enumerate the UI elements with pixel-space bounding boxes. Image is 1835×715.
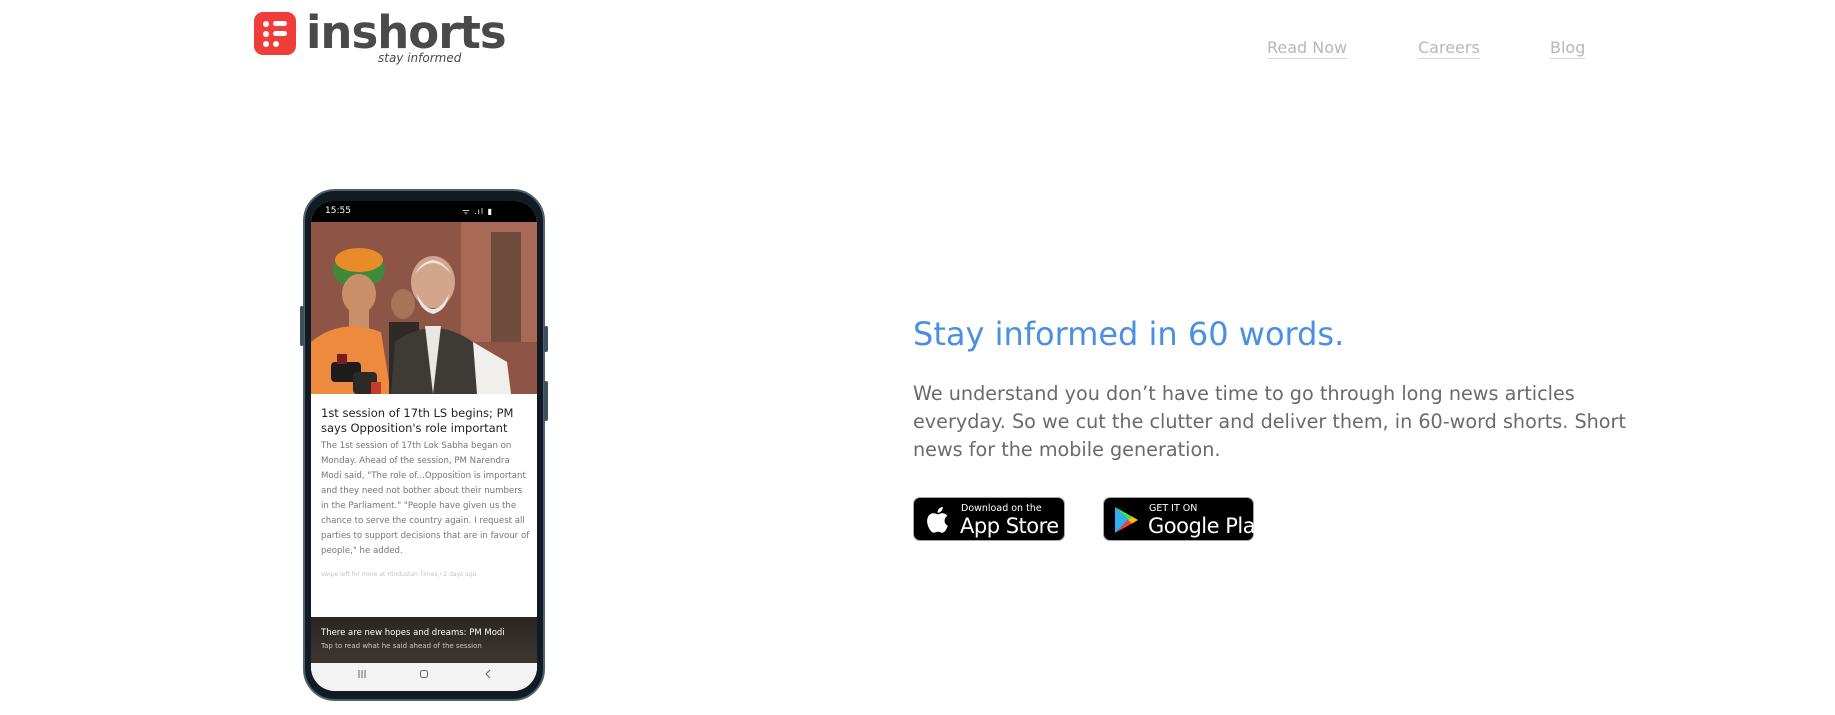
phone-mockup: 15:55 ᯤ .ıl ▮ 1st session of 17th LS beg… — [300, 189, 548, 701]
home-icon — [419, 669, 429, 682]
app-store-small-text: Download on the — [961, 503, 1042, 514]
google-play-button[interactable]: GET IT ON Google Play — [1103, 497, 1268, 541]
article-title: 1st session of 17th LS begins; PM says O… — [321, 406, 514, 435]
back-icon — [483, 669, 493, 682]
related-story-card: There are new hopes and dreams: PM Modi … — [311, 617, 537, 663]
app-store-button[interactable]: Download on the App Store — [913, 497, 1065, 541]
hero-description: We understand you don’t have time to go … — [913, 382, 1626, 461]
phone-power-button — [544, 381, 548, 421]
news-photo — [311, 222, 537, 394]
recent-apps-icon — [357, 669, 367, 682]
related-story-title: There are new hopes and dreams: PM Modi — [321, 628, 505, 638]
nav-link-read-now[interactable]: Read Now — [1267, 38, 1348, 59]
status-time: 15:55 — [325, 206, 351, 216]
status-bar: 15:55 ᯤ .ıl ▮ — [311, 201, 537, 222]
status-icons: ᯤ .ıl ▮ — [462, 207, 493, 216]
google-play-small-text: GET IT ON — [1149, 503, 1198, 514]
article-source: swipe left for more at Hindustan Times /… — [321, 571, 477, 578]
phone-side-button — [544, 326, 548, 352]
google-play-big-text: Google Play — [1148, 514, 1268, 538]
app-store-big-text: App Store — [960, 514, 1059, 538]
android-nav-bar — [311, 663, 537, 691]
related-story-subtitle: Tap to read what he said ahead of the se… — [321, 642, 482, 650]
google-play-icon — [1114, 506, 1140, 538]
logo-badge-icon — [254, 12, 296, 55]
logo-tagline: stay informed — [378, 51, 462, 65]
apple-icon — [925, 506, 949, 538]
phone-volume-button — [300, 306, 304, 346]
article-body: The 1st session of 17th Lok Sabha began … — [321, 441, 530, 556]
nav-link-careers[interactable]: Careers — [1418, 38, 1480, 59]
inshorts-logo[interactable]: inshorts stay informed — [254, 6, 507, 67]
nav-link-blog[interactable]: Blog — [1550, 38, 1586, 59]
hero-headline: Stay informed in 60 words. — [913, 315, 1345, 353]
phone-screen: 15:55 ᯤ .ıl ▮ 1st session of 17th LS beg… — [311, 201, 537, 691]
